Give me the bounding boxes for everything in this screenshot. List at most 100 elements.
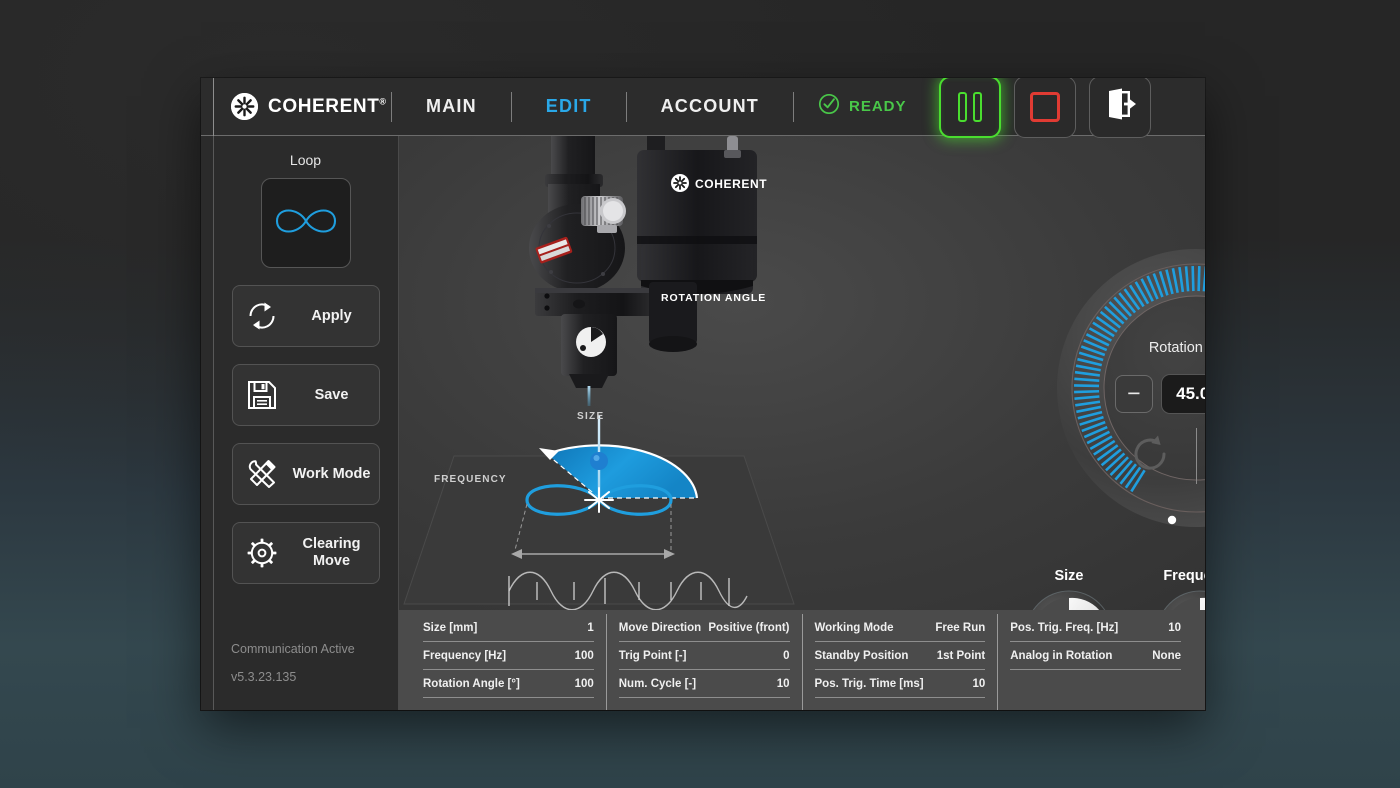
work-mode-button[interactable]: Work Mode bbox=[232, 443, 380, 505]
exit-door-icon bbox=[1103, 87, 1137, 126]
tools-icon bbox=[233, 458, 291, 490]
application-window: COHERENT® MAIN EDIT ACCOUNT READY bbox=[201, 78, 1205, 710]
status-label: READY bbox=[849, 98, 907, 115]
table-row bbox=[1010, 670, 1181, 698]
table-key: Pos. Trig. Freq. [Hz] bbox=[1010, 622, 1118, 634]
nav-main[interactable]: MAIN bbox=[392, 78, 511, 136]
table-row[interactable]: Trig Point [-] 0 bbox=[619, 642, 790, 670]
coherent-logo-icon bbox=[231, 93, 258, 120]
table-value: 10 bbox=[1168, 622, 1181, 634]
table-value: 0 bbox=[783, 650, 789, 662]
svg-text:COHERENT: COHERENT bbox=[695, 177, 767, 191]
knob-size-dial[interactable] bbox=[1025, 590, 1113, 610]
table-row[interactable]: Standby Position 1st Point bbox=[815, 642, 986, 670]
table-value: 100 bbox=[575, 678, 594, 690]
knob-frequency-dial[interactable] bbox=[1156, 590, 1205, 610]
dial-title: Rotation Angle bbox=[1056, 340, 1205, 356]
dial-value-field[interactable]: 45.0 ° bbox=[1161, 374, 1205, 414]
table-key: Size [mm] bbox=[423, 622, 477, 634]
table-value: 10 bbox=[777, 678, 790, 690]
table-key: Analog in Rotation bbox=[1010, 650, 1112, 662]
visualization-stage: COHERENT bbox=[399, 136, 1205, 610]
sidebar: Loop Apply bbox=[201, 136, 399, 710]
table-column: Size [mm] 1 Frequency [Hz] 100 Rotation … bbox=[411, 614, 606, 710]
clearing-move-button[interactable]: Clearing Move bbox=[232, 522, 380, 584]
loop-pattern-display[interactable] bbox=[261, 178, 351, 268]
table-row[interactable]: Frequency [Hz] 100 bbox=[423, 642, 594, 670]
save-button[interactable]: Save bbox=[232, 364, 380, 426]
floppy-disk-icon bbox=[233, 380, 291, 410]
table-row[interactable]: Rotation Angle [°] 100 bbox=[423, 670, 594, 698]
table-key: Frequency [Hz] bbox=[423, 650, 506, 662]
rotate-clockwise-icon[interactable] bbox=[1131, 433, 1173, 480]
refresh-icon bbox=[233, 299, 291, 333]
table-key: Move Direction bbox=[619, 622, 701, 634]
laser-head-image: COHERENT bbox=[499, 136, 799, 396]
diagram-size-label: SIZE bbox=[577, 411, 604, 422]
table-row[interactable]: Size [mm] 1 bbox=[423, 614, 594, 642]
table-column: Pos. Trig. Freq. [Hz] 10 Analog in Rotat… bbox=[997, 614, 1193, 710]
table-key: Pos. Trig. Time [ms] bbox=[815, 678, 924, 690]
table-row[interactable]: Working Mode Free Run bbox=[815, 614, 986, 642]
knob-frequency[interactable]: Frequency 50U/se bbox=[1140, 568, 1205, 610]
check-circle-icon bbox=[818, 93, 840, 120]
table-row[interactable]: Move Direction Positive (front) bbox=[619, 614, 790, 642]
parameters-table: Size [mm] 1 Frequency [Hz] 100 Rotation … bbox=[399, 610, 1205, 710]
diagram-rotation-angle-label: ROTATION ANGLE bbox=[661, 292, 766, 304]
brand-logo: COHERENT® bbox=[201, 78, 391, 136]
brand-name: COHERENT® bbox=[268, 96, 387, 118]
sidebar-rule bbox=[213, 136, 214, 710]
table-value: 1st Point bbox=[937, 650, 986, 662]
apply-button[interactable]: Apply bbox=[232, 285, 380, 347]
nav-account[interactable]: ACCOUNT bbox=[627, 78, 793, 136]
apply-button-label: Apply bbox=[291, 308, 379, 325]
table-key: Num. Cycle [-] bbox=[619, 678, 696, 690]
stop-button[interactable] bbox=[1014, 78, 1076, 138]
rotation-angle-dial[interactable]: Rotation Angle − 45.0 ° + bbox=[1056, 248, 1205, 528]
sidebar-title: Loop bbox=[201, 136, 398, 168]
infinity-icon bbox=[271, 204, 341, 243]
save-button-label: Save bbox=[291, 387, 379, 404]
main-content: COHERENT bbox=[399, 136, 1205, 710]
knob-size-label: Size bbox=[1009, 568, 1129, 584]
clearing-move-button-label: Clearing Move bbox=[291, 536, 379, 569]
nav-edit[interactable]: EDIT bbox=[512, 78, 626, 136]
table-value: 100 bbox=[575, 650, 594, 662]
gear-icon bbox=[233, 536, 291, 570]
table-row[interactable]: Num. Cycle [-] 10 bbox=[619, 670, 790, 698]
table-key: Trig Point [-] bbox=[619, 650, 687, 662]
pause-icon bbox=[958, 92, 982, 122]
work-mode-button-label: Work Mode bbox=[291, 466, 379, 483]
motion-pattern-diagram bbox=[399, 416, 799, 610]
table-value: None bbox=[1152, 650, 1181, 662]
dial-direction-controls bbox=[1131, 428, 1205, 484]
table-value: Positive (front) bbox=[708, 622, 789, 634]
table-row[interactable]: Pos. Trig. Freq. [Hz] 10 bbox=[1010, 614, 1181, 642]
dial-value: 45.0 bbox=[1176, 384, 1205, 404]
table-key: Working Mode bbox=[815, 622, 894, 634]
knob-size[interactable]: Size bbox=[1009, 568, 1129, 610]
table-column: Move Direction Positive (front) Trig Poi… bbox=[606, 614, 802, 710]
stop-square-icon bbox=[1030, 92, 1060, 122]
knob-frequency-label: Frequency bbox=[1140, 568, 1205, 584]
app-header: COHERENT® MAIN EDIT ACCOUNT READY bbox=[201, 78, 1205, 136]
dial-controls: − 45.0 ° + bbox=[1115, 374, 1205, 414]
table-row[interactable]: Analog in Rotation None bbox=[1010, 642, 1181, 670]
diagram-frequency-label: FREQUENCY bbox=[434, 474, 507, 485]
table-key: Standby Position bbox=[815, 650, 909, 662]
table-value: Free Run bbox=[935, 622, 985, 634]
table-column: Working Mode Free Run Standby Position 1… bbox=[802, 614, 998, 710]
table-value: 10 bbox=[972, 678, 985, 690]
header-action-buttons bbox=[939, 78, 1151, 138]
sidebar-footer: Communication Active v5.3.23.135 bbox=[231, 642, 355, 698]
table-key: Rotation Angle [°] bbox=[423, 678, 520, 690]
communication-status: Communication Active bbox=[231, 642, 355, 656]
exit-button[interactable] bbox=[1089, 78, 1151, 138]
table-value: 1 bbox=[587, 622, 593, 634]
pause-button[interactable] bbox=[939, 78, 1001, 138]
divider bbox=[1196, 428, 1197, 484]
knob-row: Size bbox=[1009, 544, 1205, 610]
decrement-button[interactable]: − bbox=[1115, 375, 1153, 413]
status-badge: READY bbox=[794, 78, 933, 136]
table-row[interactable]: Pos. Trig. Time [ms] 10 bbox=[815, 670, 986, 698]
